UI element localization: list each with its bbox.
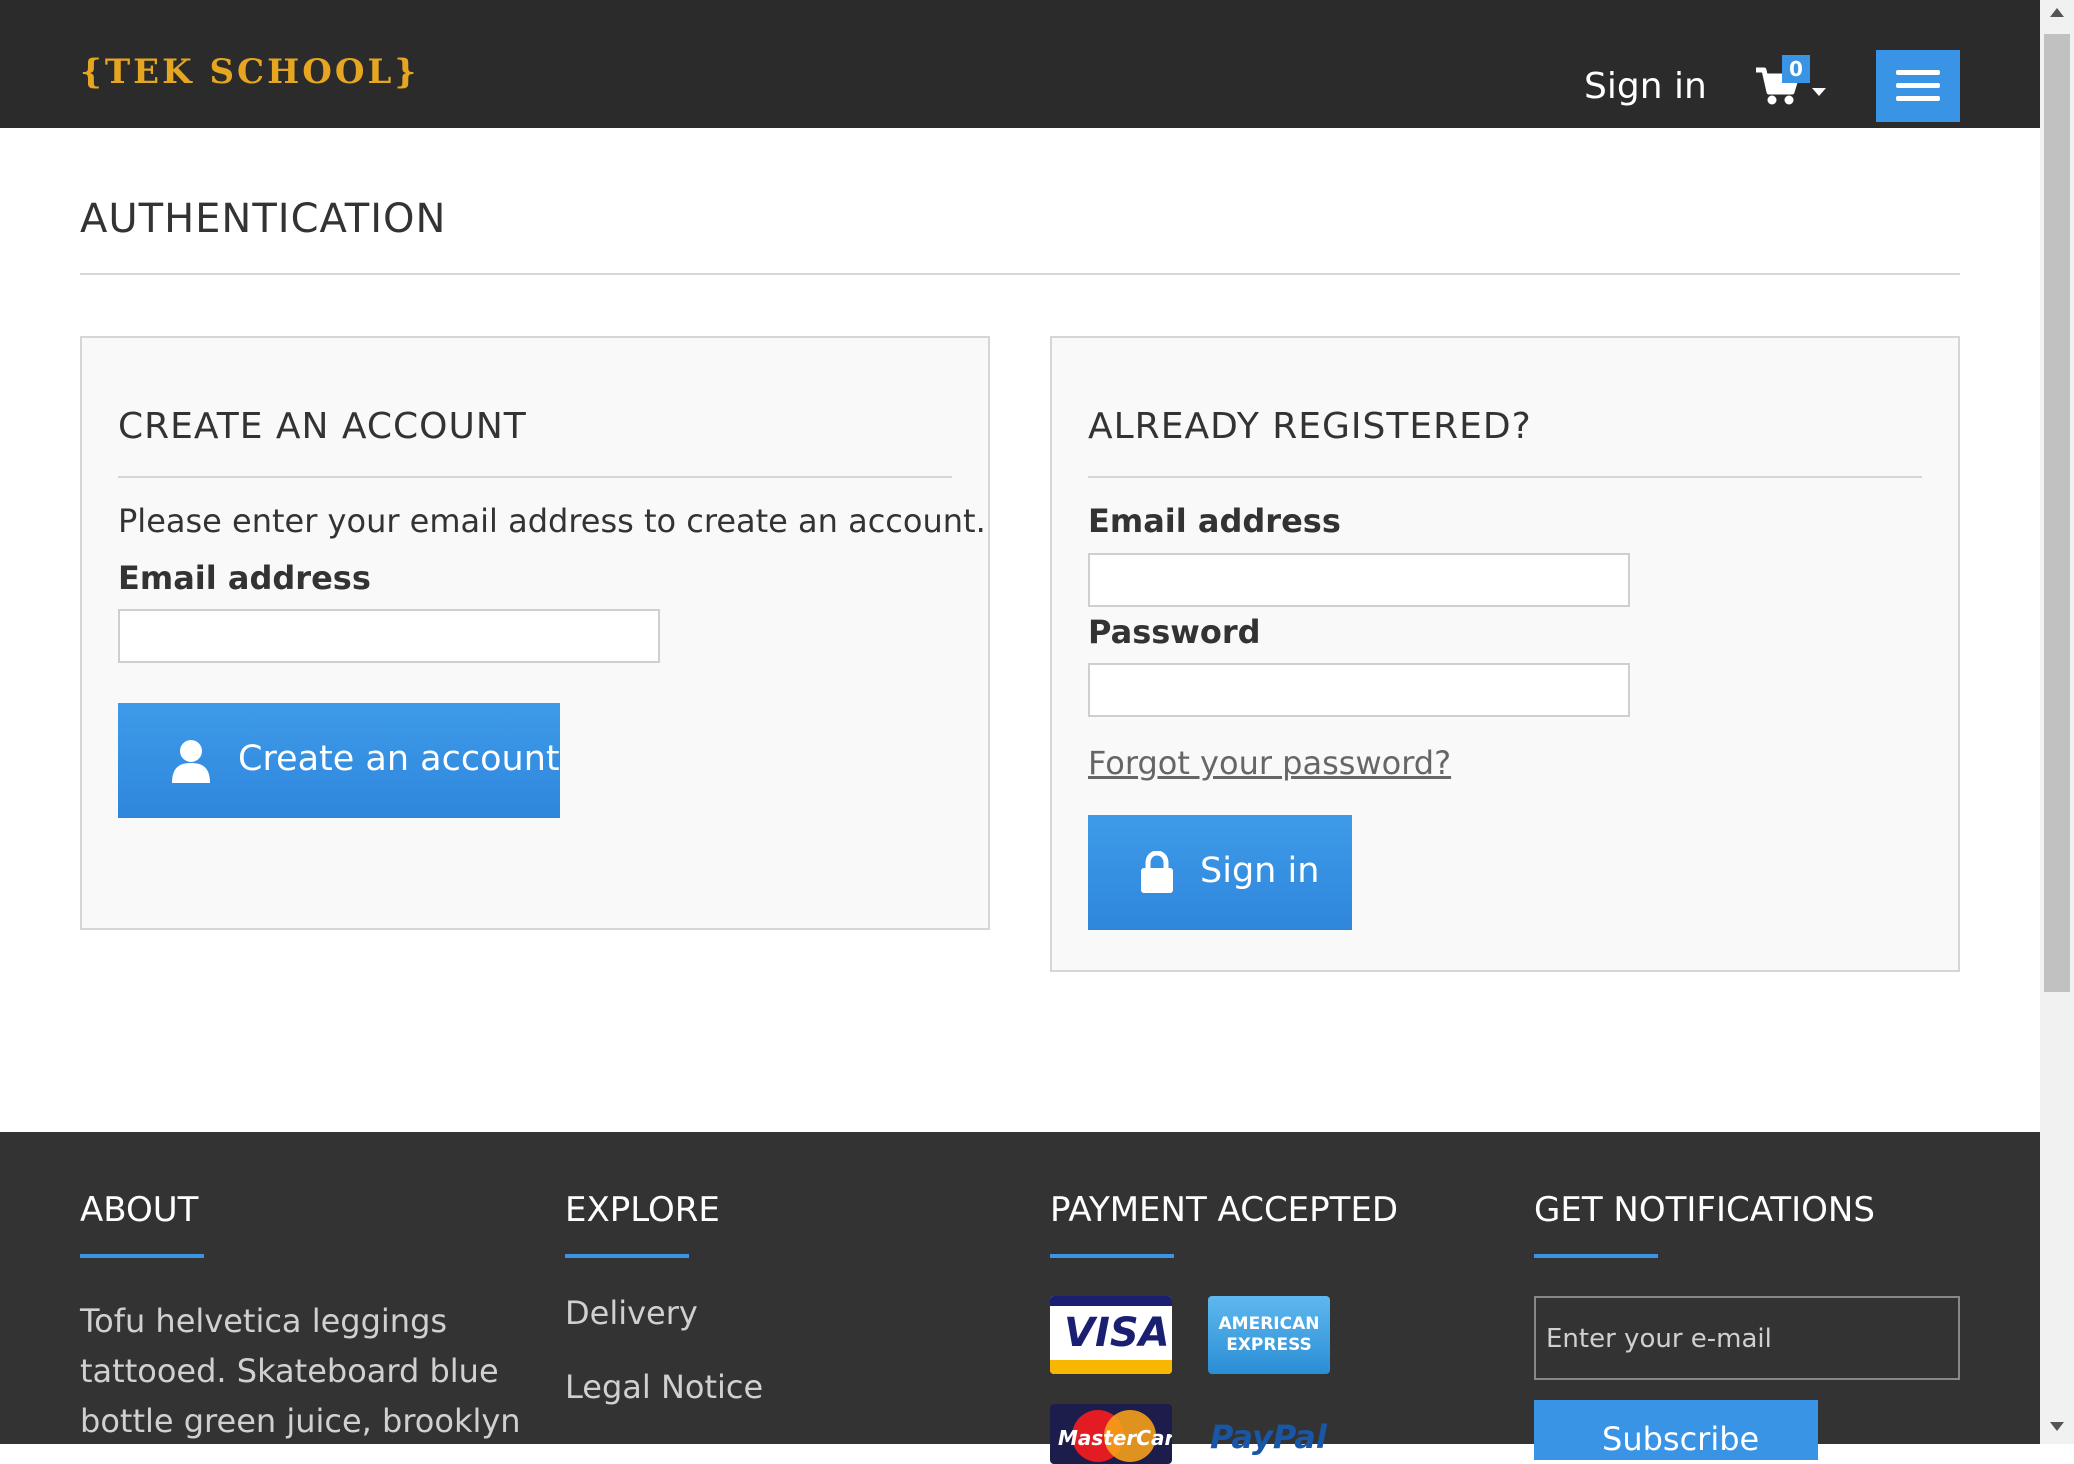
create-account-button[interactable]: Create an account [118,703,560,818]
footer-link-delivery[interactable]: Delivery [565,1294,698,1332]
footer-explore-title: EXPLORE [565,1190,720,1230]
footer-about-line: Tofu helvetica leggings [80,1302,448,1340]
footer-about-line: tattooed. Skateboard blue [80,1352,499,1390]
create-email-label: Email address [118,559,371,597]
footer-payment-title: PAYMENT ACCEPTED [1050,1190,1399,1230]
newsletter-email-placeholder: Enter your e-mail [1546,1324,1772,1354]
heading-underline [565,1254,689,1258]
footer-notifications-title: GET NOTIFICATIONS [1534,1190,1875,1230]
scroll-up-arrow-icon[interactable] [2050,8,2064,17]
logo[interactable]: {TEK SCHOOL} [80,52,419,92]
cart-count-badge: 0 [1782,55,1810,83]
login-email-input[interactable] [1088,553,1630,607]
create-account-button-label: Create an account [238,739,560,779]
divider [1088,476,1922,478]
header-signin-link[interactable]: Sign in [1584,66,1707,107]
login-password-input[interactable] [1088,663,1630,717]
login-title: ALREADY REGISTERED? [1088,406,1532,447]
signin-button[interactable]: Sign in [1088,815,1352,930]
divider [80,273,1960,275]
create-account-title: CREATE AN ACCOUNT [118,406,527,447]
login-email-label: Email address [1088,502,1341,540]
paypal-logo: PayPal [1210,1418,1327,1456]
heading-underline [1050,1254,1174,1258]
heading-underline [1534,1254,1658,1258]
user-icon [172,740,210,783]
mastercard-logo: MasterCard [1050,1404,1172,1464]
visa-logo: VISA [1050,1296,1172,1374]
create-email-input[interactable] [118,609,660,663]
footer-link-legal-notice[interactable]: Legal Notice [565,1368,763,1406]
american-express-logo: AMERICAN EXPRESS [1208,1296,1330,1374]
subscribe-button-label: Subscribe [1602,1420,1760,1458]
page-title: AUTHENTICATION [80,196,447,242]
lock-icon [1141,851,1173,893]
menu-button[interactable] [1876,50,1960,122]
forgot-password-link[interactable]: Forgot your password? [1088,744,1451,782]
footer-about-title: ABOUT [80,1190,199,1230]
heading-underline [80,1254,204,1258]
divider [118,476,952,478]
chevron-down-icon[interactable] [1812,88,1826,96]
login-password-label: Password [1088,613,1261,651]
menu-icon [1896,70,1940,75]
signin-button-label: Sign in [1200,851,1320,891]
footer-about-line: bottle green juice, brooklyn [80,1402,521,1440]
scrollbar-thumb[interactable] [2044,34,2070,992]
create-account-intro: Please enter your email address to creat… [118,502,986,540]
scroll-down-arrow-icon[interactable] [2050,1422,2064,1431]
